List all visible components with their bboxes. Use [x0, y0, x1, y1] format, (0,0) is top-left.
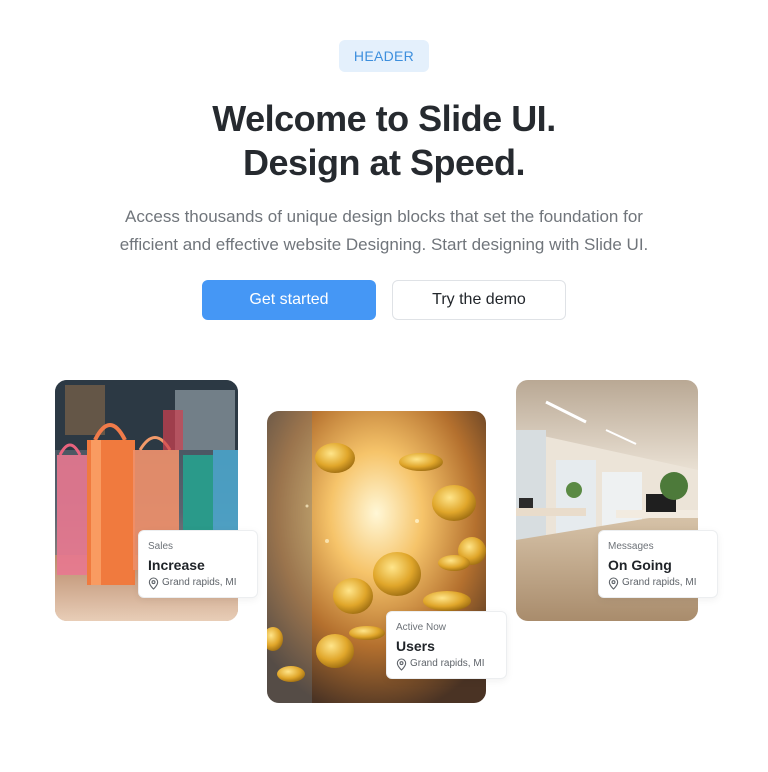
- get-started-button[interactable]: Get started: [202, 280, 376, 320]
- card-value: Increase: [148, 557, 205, 573]
- card-label: Sales: [148, 541, 174, 552]
- sales-info-card: Sales Increase Grand rapids, MI: [138, 530, 258, 598]
- active-users-info-card: Active Now Users Grand rapids, MI: [386, 611, 507, 679]
- card-label: Messages: [608, 541, 654, 552]
- subtitle-line-1: Access thousands of unique design blocks…: [125, 207, 643, 226]
- title-line-2: Design at Speed.: [242, 142, 526, 183]
- card-location-text: Grand rapids, MI: [162, 577, 237, 588]
- card-value: Users: [396, 638, 435, 654]
- card-location: Grand rapids, MI: [608, 576, 708, 590]
- try-demo-button[interactable]: Try the demo: [392, 280, 566, 320]
- header-badge: HEADER: [339, 40, 429, 72]
- card-location: Grand rapids, MI: [148, 576, 248, 590]
- card-label: Active Now: [396, 622, 447, 633]
- card-value: On Going: [608, 557, 672, 573]
- hero-subtitle: Access thousands of unique design blocks…: [60, 203, 708, 259]
- subtitle-line-2: efficient and effective website Designin…: [119, 235, 649, 254]
- card-location-text: Grand rapids, MI: [410, 658, 485, 669]
- location-pin-icon: [396, 657, 407, 671]
- location-pin-icon: [148, 576, 159, 590]
- location-pin-icon: [608, 576, 619, 590]
- title-line-1: Welcome to Slide UI.: [212, 98, 556, 139]
- page-title: Welcome to Slide UI. Design at Speed.: [0, 97, 768, 185]
- messages-info-card: Messages On Going Grand rapids, MI: [598, 530, 718, 598]
- card-location-text: Grand rapids, MI: [622, 577, 697, 588]
- card-location: Grand rapids, MI: [396, 657, 497, 671]
